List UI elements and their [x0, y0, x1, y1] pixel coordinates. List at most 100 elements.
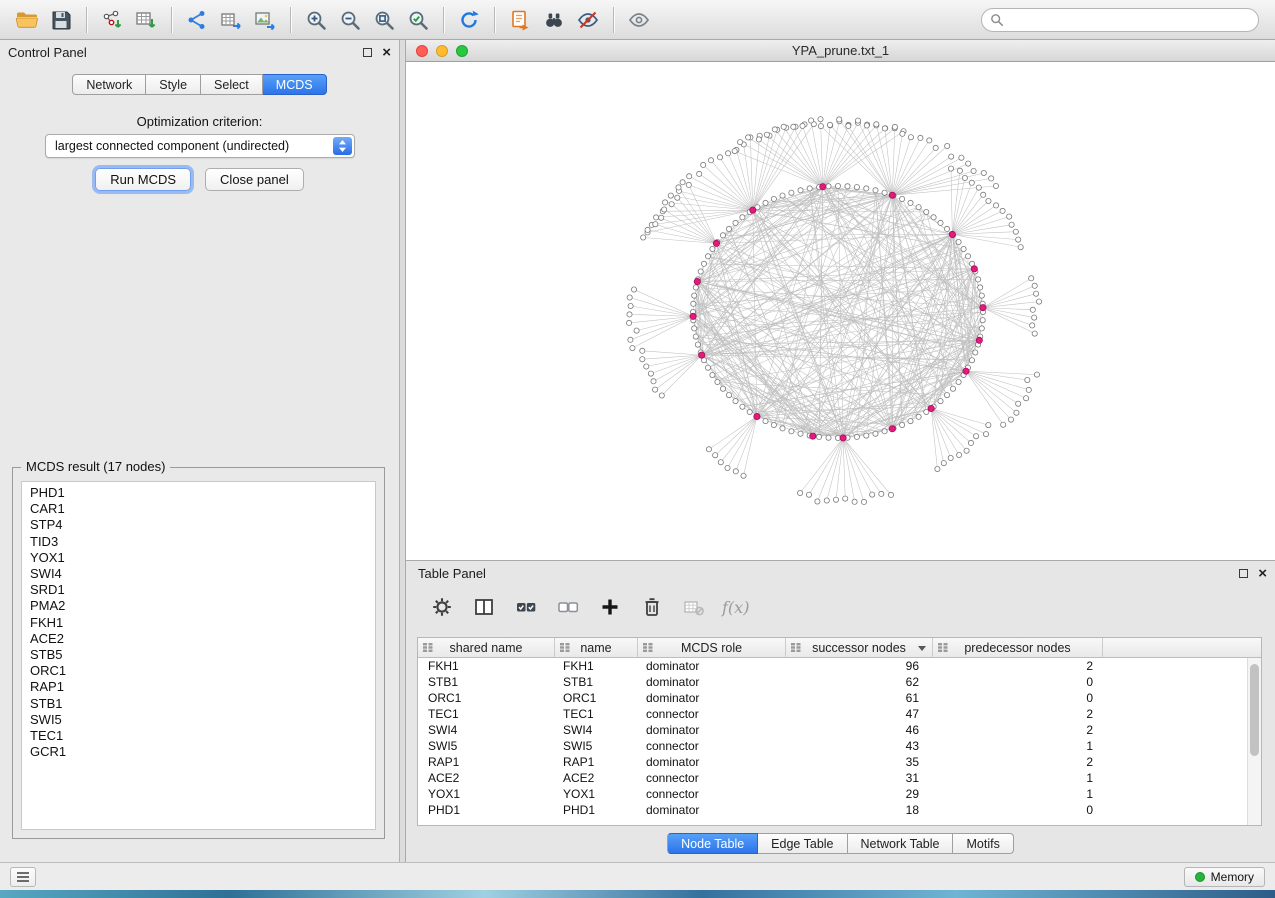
table-panel-header: Table Panel × — [406, 561, 1275, 585]
list-item[interactable]: ORC1 — [22, 663, 375, 679]
control-panel-title: Control Panel — [8, 45, 87, 60]
list-item[interactable]: GCR1 — [22, 744, 375, 760]
table-row[interactable]: PHD1 PHD1 dominator 18 0 — [418, 802, 1261, 818]
control-panel-tab[interactable]: Style — [146, 74, 201, 95]
import-network-button[interactable] — [96, 5, 128, 35]
column-header[interactable]: successor nodes — [786, 638, 933, 658]
delete-column-button[interactable] — [638, 593, 666, 621]
list-item[interactable]: STB5 — [22, 647, 375, 663]
columns-icon — [472, 595, 496, 619]
table-disabled-icon — [682, 595, 706, 619]
toolbar-separator — [613, 7, 614, 33]
table-tab[interactable]: Motifs — [953, 833, 1013, 854]
list-item[interactable]: FKH1 — [22, 615, 375, 631]
table-tabs: Node TableEdge TableNetwork TableMotifs — [406, 833, 1275, 854]
select-all-button[interactable] — [512, 593, 540, 621]
list-item[interactable]: PHD1 — [22, 485, 375, 501]
table-panel-close-button[interactable]: × — [1258, 566, 1267, 581]
mcds-result-title: MCDS result (17 nodes) — [21, 459, 170, 474]
table-row[interactable]: YOX1 YOX1 connector 29 1 — [418, 786, 1261, 802]
column-chooser-button[interactable] — [470, 593, 498, 621]
clone-network-button[interactable] — [504, 5, 536, 35]
column-header[interactable]: name — [555, 638, 638, 658]
table-tab[interactable]: Network Table — [848, 833, 954, 854]
table-row[interactable]: FKH1 FKH1 dominator 96 2 — [418, 658, 1261, 674]
table-scrollbar[interactable] — [1247, 658, 1261, 825]
table-row[interactable]: ACE2 ACE2 connector 31 1 — [418, 770, 1261, 786]
toolbar-separator — [494, 7, 495, 33]
table-settings-button[interactable] — [428, 593, 456, 621]
search-icon — [990, 13, 1004, 27]
import-table-button[interactable] — [130, 5, 162, 35]
search-input[interactable] — [1009, 12, 1250, 27]
function-builder-button[interactable]: f(x) — [722, 598, 749, 617]
column-grid-icon — [423, 643, 433, 652]
save-session-button[interactable] — [45, 5, 77, 35]
list-item[interactable]: YOX1 — [22, 550, 375, 566]
column-header[interactable]: predecessor nodes — [933, 638, 1103, 658]
table-tab[interactable]: Edge Table — [758, 833, 847, 854]
find-button[interactable] — [538, 5, 570, 35]
table-row[interactable]: SWI5 SWI5 connector 43 1 — [418, 738, 1261, 754]
list-item[interactable]: STP4 — [22, 517, 375, 533]
control-panel-tab[interactable]: Select — [201, 74, 263, 95]
export-table-button[interactable] — [215, 5, 247, 35]
zoom-in-button[interactable] — [300, 5, 332, 35]
deselect-all-icon — [556, 595, 580, 619]
table-row[interactable]: TEC1 TEC1 connector 47 2 — [418, 706, 1261, 722]
export-image-button[interactable] — [249, 5, 281, 35]
network-canvas[interactable] — [406, 62, 1275, 560]
memory-button[interactable]: Memory — [1184, 867, 1265, 887]
table-row[interactable]: RAP1 RAP1 dominator 35 2 — [418, 754, 1261, 770]
control-panel-close-button[interactable]: × — [382, 45, 391, 60]
table-row[interactable]: STB1 STB1 dominator 62 0 — [418, 674, 1261, 690]
list-item[interactable]: SRD1 — [22, 582, 375, 598]
run-mcds-button[interactable]: Run MCDS — [95, 168, 191, 191]
control-panel-tab[interactable]: MCDS — [263, 74, 327, 95]
dropdown-stepper-icon — [333, 137, 352, 155]
status-menu-button[interactable] — [10, 867, 36, 887]
column-header[interactable]: shared name — [418, 638, 555, 658]
table-panel-title: Table Panel — [418, 566, 486, 581]
mcds-result-list[interactable]: PHD1CAR1STP4TID3YOX1SWI4SRD1PMA2FKH1ACE2… — [21, 481, 376, 830]
list-item[interactable]: PMA2 — [22, 598, 375, 614]
close-panel-button[interactable]: Close panel — [205, 168, 304, 191]
scrollbar-thumb[interactable] — [1250, 664, 1259, 756]
deselect-all-button[interactable] — [554, 593, 582, 621]
list-item[interactable]: STB1 — [22, 696, 375, 712]
export-network-button[interactable] — [181, 5, 213, 35]
toolbar-separator — [290, 7, 291, 33]
clone-network-icon — [508, 8, 532, 32]
export-network-icon — [185, 8, 209, 32]
main-toolbar — [0, 0, 1275, 40]
table-panel-float-button[interactable] — [1239, 569, 1248, 578]
table-row[interactable]: ORC1 ORC1 dominator 61 0 — [418, 690, 1261, 706]
list-item[interactable]: TEC1 — [22, 728, 375, 744]
list-item[interactable]: TID3 — [22, 534, 375, 550]
zoom-fit-button[interactable] — [368, 5, 400, 35]
zoom-selected-button[interactable] — [402, 5, 434, 35]
open-session-button[interactable] — [11, 5, 43, 35]
hide-selection-button[interactable] — [572, 5, 604, 35]
optimization-criterion-select[interactable]: largest connected component (undirected) — [45, 134, 355, 158]
table-tab[interactable]: Node Table — [667, 833, 758, 854]
column-header[interactable]: MCDS role — [638, 638, 786, 658]
list-item[interactable]: ACE2 — [22, 631, 375, 647]
import-table-icon — [134, 8, 158, 32]
add-column-button[interactable] — [596, 593, 624, 621]
zoom-fit-icon — [372, 8, 396, 32]
list-item[interactable]: SWI5 — [22, 712, 375, 728]
control-panel-float-button[interactable] — [363, 48, 372, 57]
gear-icon — [430, 595, 454, 619]
search-box[interactable] — [981, 8, 1259, 32]
list-item[interactable]: SWI4 — [22, 566, 375, 582]
show-graphics-details-button[interactable] — [623, 5, 655, 35]
import-table-disabled-button — [680, 593, 708, 621]
list-item[interactable]: RAP1 — [22, 679, 375, 695]
zoom-out-button[interactable] — [334, 5, 366, 35]
control-panel-tab[interactable]: Network — [72, 74, 146, 95]
desktop-wallpaper-strip — [0, 890, 1275, 898]
list-item[interactable]: CAR1 — [22, 501, 375, 517]
refresh-layout-button[interactable] — [453, 5, 485, 35]
table-row[interactable]: SWI4 SWI4 dominator 46 2 — [418, 722, 1261, 738]
